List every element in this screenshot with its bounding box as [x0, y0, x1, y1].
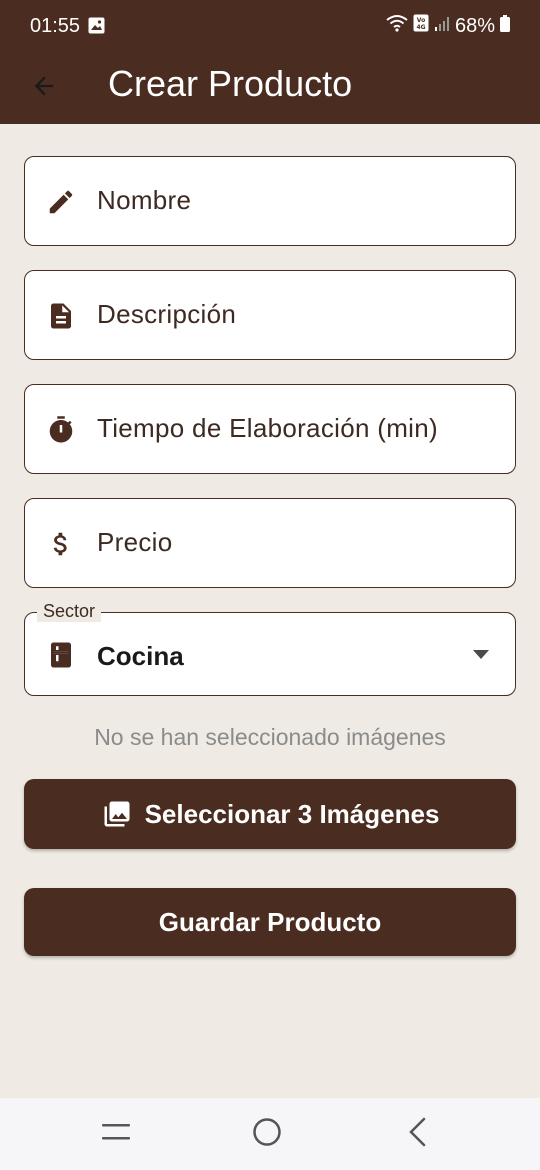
- status-bar: 01:55 Vo 4G 68%: [0, 0, 540, 54]
- svg-text:4G: 4G: [416, 24, 425, 31]
- select-images-label: Seleccionar 3 Imágenes: [144, 798, 440, 829]
- document-icon: [45, 300, 77, 332]
- images-hint: No se han seleccionado imágenes: [94, 724, 446, 750]
- timer-icon: [45, 414, 77, 446]
- dollar-icon: [45, 528, 77, 560]
- save-product-button[interactable]: Guardar Producto: [24, 888, 516, 956]
- home-button[interactable]: [247, 1114, 287, 1154]
- chevron-down-icon: [473, 650, 489, 659]
- photo-library-icon: [101, 798, 133, 830]
- recents-icon: [100, 1121, 132, 1148]
- sector-label: Sector: [37, 601, 102, 622]
- nav-back-button[interactable]: [398, 1114, 438, 1154]
- description-field[interactable]: Descripción: [24, 270, 516, 360]
- time-field[interactable]: Tiempo de Elaboración (min): [24, 384, 516, 474]
- wifi-icon: [386, 14, 408, 38]
- app-bar: Crear Producto: [0, 54, 540, 124]
- home-icon: [252, 1117, 282, 1152]
- volte-icon: Vo 4G: [413, 14, 429, 38]
- select-images-button[interactable]: Seleccionar 3 Imágenes: [24, 779, 516, 849]
- sector-value: Cocina: [97, 641, 184, 671]
- battery-level: 68%: [454, 14, 495, 37]
- name-field-label: Nombre: [97, 185, 192, 215]
- svg-text:Vo: Vo: [417, 17, 425, 24]
- price-field[interactable]: Precio: [24, 498, 516, 588]
- name-field[interactable]: Nombre: [24, 156, 516, 246]
- price-field-label: Precio: [97, 527, 173, 557]
- status-right: Vo 4G 68%: [386, 14, 510, 38]
- back-icon: [407, 1117, 429, 1152]
- time-field-label: Tiempo de Elaboración (min): [97, 413, 438, 443]
- recents-button[interactable]: [96, 1114, 136, 1154]
- system-nav-bar: [0, 1098, 540, 1170]
- sector-dropdown[interactable]: Sector Cocina: [24, 601, 516, 696]
- arrow-back-icon: [30, 72, 58, 105]
- status-time: 01:55: [30, 15, 81, 37]
- save-product-label: Guardar Producto: [158, 906, 382, 937]
- pencil-icon: [45, 186, 77, 218]
- back-button[interactable]: [24, 68, 64, 108]
- kitchen-icon: [45, 639, 77, 671]
- page-title: Crear Producto: [108, 63, 353, 104]
- description-field-label: Descripción: [97, 299, 237, 329]
- image-icon: [88, 17, 105, 34]
- battery-icon: [500, 14, 510, 38]
- signal-icon: [434, 15, 450, 38]
